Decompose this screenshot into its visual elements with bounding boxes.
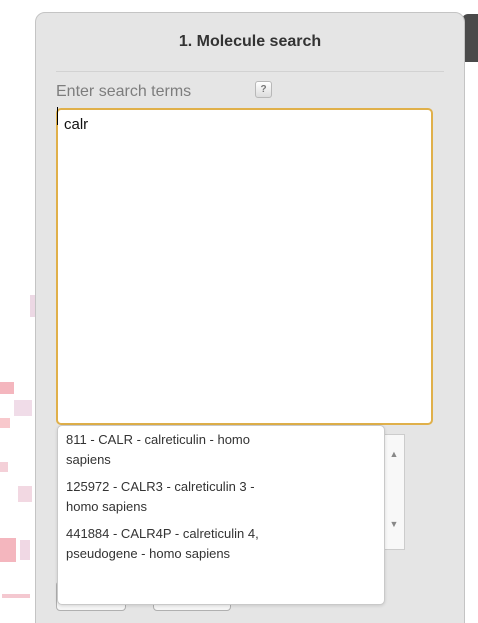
autocomplete-item-line: 811 - CALR - calreticulin - homo xyxy=(66,432,250,447)
background-decoration xyxy=(0,462,8,472)
search-terms-label: Enter search terms xyxy=(56,83,192,100)
results-scrollbar[interactable]: ▲ ▼ xyxy=(383,434,405,550)
scroll-up-icon[interactable]: ▲ xyxy=(384,445,404,463)
background-decoration xyxy=(18,486,32,502)
background-decoration xyxy=(0,382,14,394)
autocomplete-item-line: 125972 - CALR3 - calreticulin 3 - xyxy=(66,479,255,494)
autocomplete-item-line: sapiens xyxy=(66,452,111,467)
background-decoration xyxy=(2,594,30,598)
autocomplete-item-line: 441884 - CALR4P - calreticulin 4, xyxy=(66,526,259,541)
background-decoration xyxy=(0,538,16,562)
autocomplete-item-line: homo sapiens xyxy=(66,499,147,514)
autocomplete-item[interactable]: 125972 - CALR3 - calreticulin 3 - homo s… xyxy=(58,473,376,520)
autocomplete-item-line: pseudogene - homo sapiens xyxy=(66,546,231,561)
background-decoration xyxy=(14,400,32,416)
help-icon[interactable]: ? xyxy=(255,81,272,98)
autocomplete-item[interactable]: 811 - CALR - calreticulin - homo sapiens xyxy=(58,426,376,473)
panel-title: 1. Molecule search xyxy=(178,33,322,50)
autocomplete-dropdown: 811 - CALR - calreticulin - homo sapiens… xyxy=(57,425,385,605)
search-terms-input[interactable]: calr xyxy=(56,108,433,425)
background-decoration xyxy=(0,418,10,428)
title-divider xyxy=(56,71,444,72)
text-cursor xyxy=(57,107,58,125)
autocomplete-item[interactable]: 441884 - CALR4P - calreticulin 4, pseudo… xyxy=(58,520,376,567)
scroll-down-icon[interactable]: ▼ xyxy=(384,515,404,533)
background-decoration xyxy=(20,540,30,560)
